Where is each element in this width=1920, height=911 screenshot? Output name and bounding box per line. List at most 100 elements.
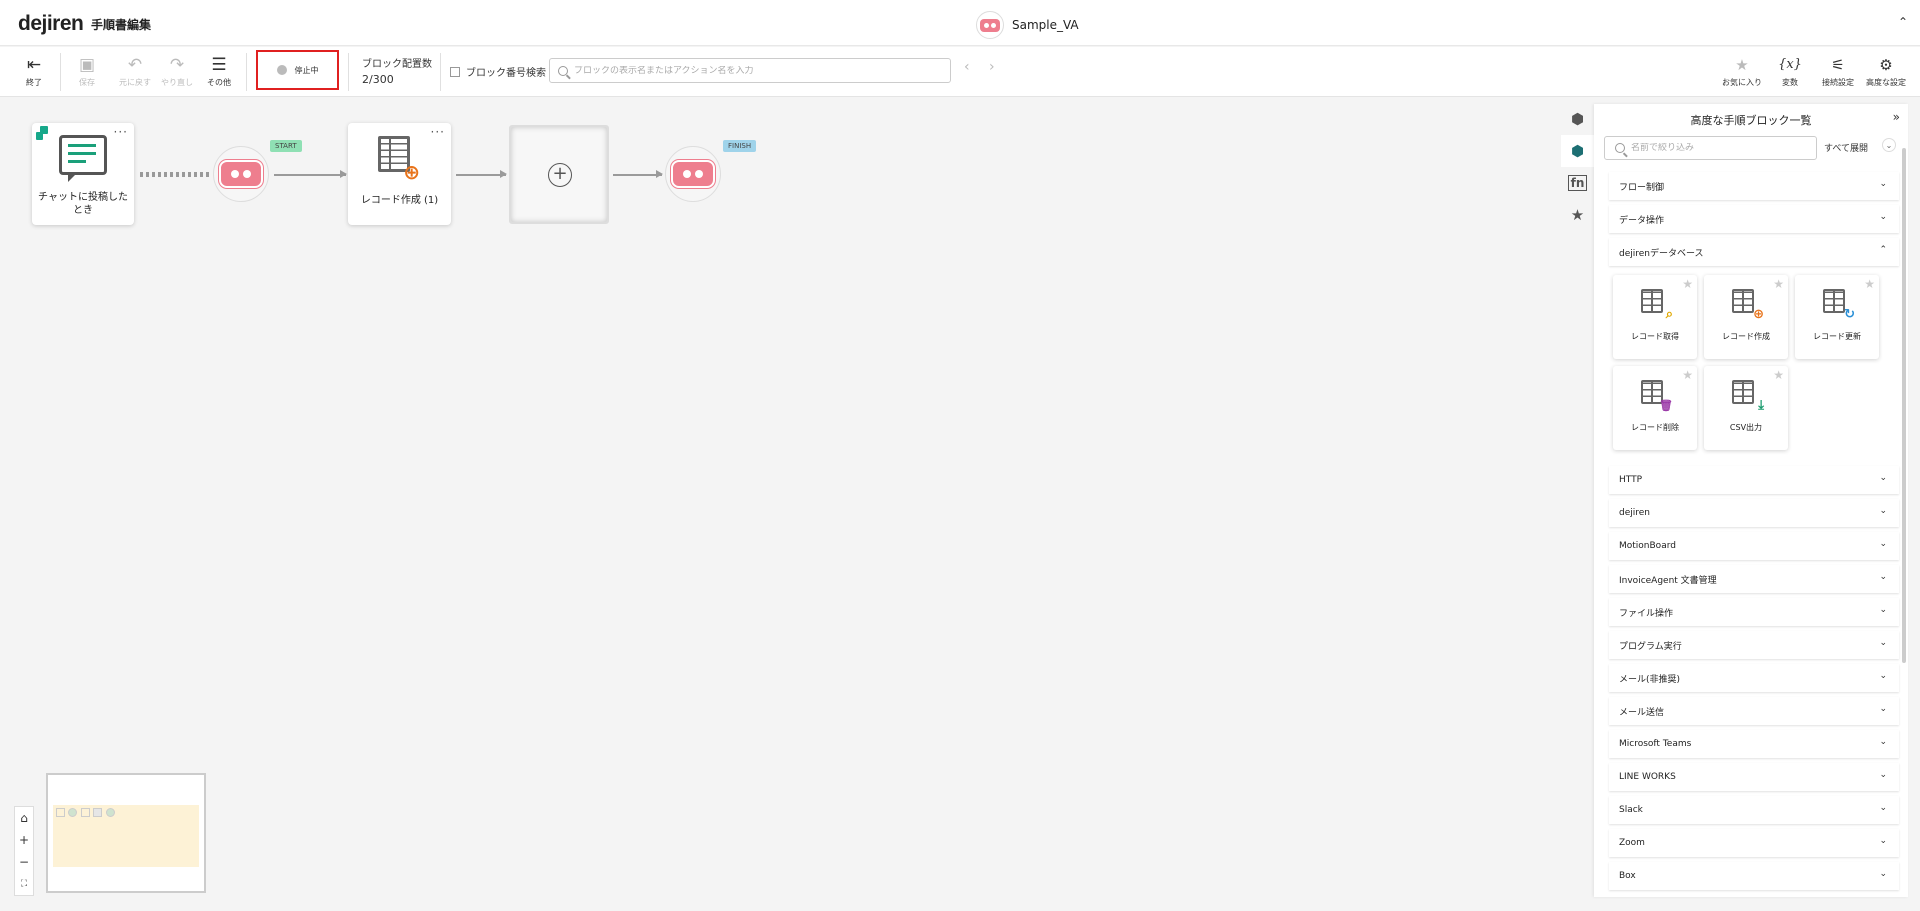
category-mail-deprecated[interactable]: メール(非推奨) ⌄ bbox=[1609, 664, 1899, 692]
robot-name: Sample_VA bbox=[1012, 18, 1079, 32]
collapse-header-icon[interactable]: ⌃ bbox=[1898, 15, 1908, 29]
zoom-in-icon[interactable]: + bbox=[15, 829, 33, 851]
chevron-down-icon: ⌄ bbox=[1879, 572, 1887, 582]
category-invoiceagent[interactable]: InvoiceAgent 文書管理 ⌄ bbox=[1609, 565, 1899, 593]
app-header: dejiren 手順書編集 Sample_VA ⌃ bbox=[0, 0, 1920, 46]
block-record-create[interactable]: ★ ⊕ レコード作成 bbox=[1704, 275, 1788, 359]
chevron-down-icon: ⌄ bbox=[1879, 506, 1887, 516]
favorites-tab[interactable]: ★ bbox=[1561, 199, 1594, 231]
chevron-down-icon: ⌄ bbox=[1879, 704, 1887, 714]
star-icon[interactable]: ★ bbox=[1773, 368, 1784, 382]
category-data-operation[interactable]: データ操作 ⌄ bbox=[1609, 205, 1899, 233]
app-logo: dejiren bbox=[18, 12, 84, 35]
panel-search-field[interactable] bbox=[1604, 136, 1817, 160]
category-mail-send[interactable]: メール送信 ⌄ bbox=[1609, 697, 1899, 725]
zoom-controls: ⌂ + − ⛶ bbox=[14, 806, 34, 896]
finish-robot-node[interactable] bbox=[665, 146, 721, 202]
advanced-block-panel: 高度な手順ブロック一覧 » すべて展開 ⌄ フロー制御⌄ データ操作⌄ deji… bbox=[1594, 104, 1908, 897]
save-icon: ▣ bbox=[78, 55, 96, 75]
node-more-icon[interactable]: ··· bbox=[114, 125, 128, 139]
checkbox-icon[interactable] bbox=[450, 66, 460, 77]
block-list-tab[interactable]: ⬢ bbox=[1561, 103, 1594, 135]
minimap[interactable] bbox=[46, 773, 206, 893]
category-dejiren[interactable]: dejiren ⌄ bbox=[1609, 499, 1899, 527]
toolbar: ⇤ 終了 ▣ 保存 ↶ 元に戻す ↷ やり直し ☰ その他 停止中 ブロック配置… bbox=[0, 47, 1920, 97]
add-circle-icon[interactable]: + bbox=[548, 163, 572, 187]
chevron-down-icon: ⌄ bbox=[1879, 539, 1887, 549]
category-box[interactable]: Box ⌄ bbox=[1609, 862, 1899, 890]
save-button[interactable]: ▣ 保存 bbox=[67, 53, 107, 88]
chevron-down-icon[interactable]: ⌄ bbox=[1882, 138, 1896, 152]
star-icon[interactable]: ★ bbox=[1773, 277, 1784, 291]
table-delete-icon: 🗑 bbox=[1641, 380, 1673, 412]
panel-side-tabs: ⬢ ⬢ fn ★ bbox=[1561, 103, 1594, 231]
category-line-works[interactable]: LINE WORKS ⌄ bbox=[1609, 763, 1899, 791]
add-block-slot[interactable]: + bbox=[509, 125, 609, 224]
menu-lines-icon: ☰ bbox=[211, 55, 227, 75]
minimap-node bbox=[68, 808, 77, 817]
function-tab[interactable]: fn bbox=[1561, 167, 1594, 199]
toolbar-divider bbox=[440, 53, 441, 91]
advanced-settings-button[interactable]: ⚙ 高度な設定 bbox=[1862, 53, 1910, 88]
sliders-icon: ⚟ bbox=[1831, 56, 1845, 74]
star-icon[interactable]: ★ bbox=[1682, 368, 1693, 382]
collapse-panel-icon[interactable]: » bbox=[1893, 110, 1900, 124]
other-menu-button[interactable]: ☰ その他 bbox=[199, 53, 239, 88]
chevron-down-icon: ⌄ bbox=[1879, 869, 1887, 879]
category-slack[interactable]: Slack ⌄ bbox=[1609, 796, 1899, 824]
panel-scrollbar[interactable] bbox=[1902, 148, 1906, 663]
redo-button[interactable]: ↷ やり直し bbox=[157, 53, 197, 88]
block-number-search-checkbox[interactable]: ブロック番号検索 bbox=[450, 64, 546, 79]
block-record-update[interactable]: ★ ↻ レコード更新 bbox=[1795, 275, 1879, 359]
category-http[interactable]: HTTP ⌄ bbox=[1609, 466, 1899, 494]
trigger-node[interactable]: ··· チャットに投稿したとき bbox=[32, 123, 134, 225]
expand-all-button[interactable]: すべて展開 bbox=[1824, 141, 1868, 154]
block-record-delete[interactable]: ★ 🗑 レコード削除 bbox=[1613, 366, 1697, 450]
start-robot-node[interactable] bbox=[213, 146, 269, 202]
panel-search-input[interactable] bbox=[1631, 143, 1811, 153]
chevron-down-icon: ⌄ bbox=[1879, 605, 1887, 615]
redo-icon: ↷ bbox=[169, 55, 185, 75]
zoom-out-icon[interactable]: − bbox=[15, 851, 33, 873]
minimap-node bbox=[56, 808, 65, 817]
block-search-input[interactable] bbox=[574, 65, 934, 76]
undo-icon: ↶ bbox=[127, 55, 143, 75]
exit-button[interactable]: ⇤ 終了 bbox=[14, 53, 54, 88]
robot-icon bbox=[976, 11, 1004, 39]
variables-button[interactable]: {x} 変数 bbox=[1766, 53, 1814, 88]
category-program-exec[interactable]: プログラム実行 ⌄ bbox=[1609, 631, 1899, 659]
cube-icon: ⬢ bbox=[1570, 110, 1585, 128]
node-more-icon[interactable]: ··· bbox=[431, 125, 445, 139]
connection-settings-button[interactable]: ⚟ 接続設定 bbox=[1814, 53, 1862, 88]
favorites-button[interactable]: ★ お気に入り bbox=[1718, 53, 1766, 88]
block-csv-export[interactable]: ★ ⤓ CSV出力 bbox=[1704, 366, 1788, 450]
chevron-down-icon: ⌄ bbox=[1879, 737, 1887, 747]
dejiren-mark-icon bbox=[36, 126, 48, 140]
record-create-node[interactable]: ··· ⊕ レコード作成 (1) bbox=[348, 123, 451, 225]
status-toggle[interactable]: 停止中 bbox=[256, 50, 339, 90]
finish-tag: FINISH bbox=[723, 140, 757, 152]
prev-result-icon[interactable]: ‹ bbox=[964, 59, 970, 75]
minimap-node bbox=[81, 808, 90, 817]
undo-button[interactable]: ↶ 元に戻す bbox=[115, 53, 155, 88]
star-icon[interactable]: ★ bbox=[1864, 277, 1875, 291]
block-search-field[interactable] bbox=[549, 58, 951, 83]
category-microsoft-teams[interactable]: Microsoft Teams ⌄ bbox=[1609, 730, 1899, 758]
block-record-get[interactable]: ★ ⌕ レコード取得 bbox=[1613, 275, 1697, 359]
exit-icon: ⇤ bbox=[26, 55, 42, 75]
variable-icon: {x} bbox=[1778, 57, 1802, 72]
category-flow-control[interactable]: フロー制御 ⌄ bbox=[1609, 172, 1899, 200]
chevron-up-icon: ⌃ bbox=[1879, 245, 1887, 255]
advanced-block-list-tab[interactable]: ⬢ bbox=[1561, 135, 1594, 167]
home-icon[interactable]: ⌂ bbox=[15, 807, 33, 829]
star-icon: ★ bbox=[1570, 206, 1585, 224]
fit-screen-icon[interactable]: ⛶ bbox=[15, 873, 33, 895]
category-dejiren-database[interactable]: dejirenデータベース ⌃ bbox=[1609, 238, 1899, 266]
category-zoom[interactable]: Zoom ⌄ bbox=[1609, 829, 1899, 857]
category-motionboard[interactable]: MotionBoard ⌄ bbox=[1609, 532, 1899, 560]
chevron-down-icon: ⌄ bbox=[1879, 836, 1887, 846]
next-result-icon[interactable]: › bbox=[989, 59, 995, 75]
star-icon[interactable]: ★ bbox=[1682, 277, 1693, 291]
star-icon: ★ bbox=[1735, 56, 1749, 74]
category-file-operation[interactable]: ファイル操作 ⌄ bbox=[1609, 598, 1899, 626]
